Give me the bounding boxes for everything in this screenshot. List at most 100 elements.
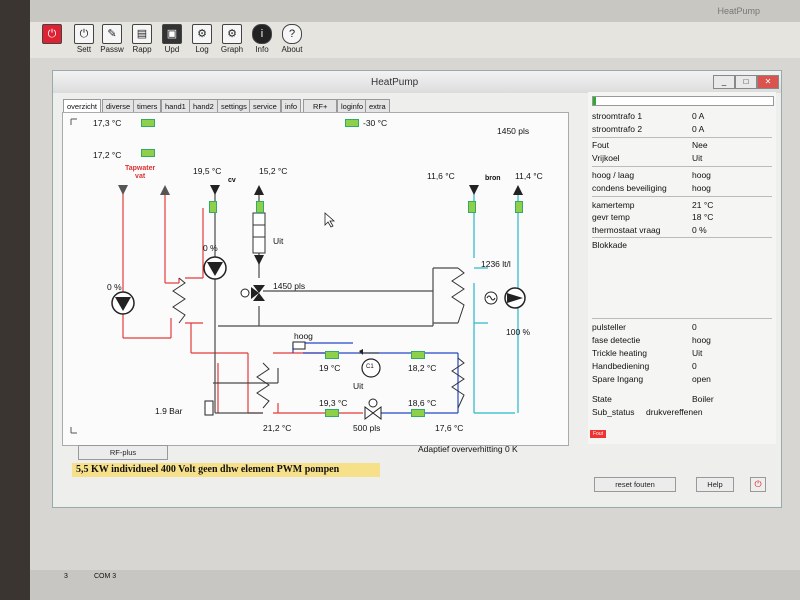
status-value: 0 (692, 361, 697, 371)
status-label: fase detectie (592, 335, 641, 345)
arrow-up-icon (513, 185, 523, 195)
indicator-led (345, 119, 359, 127)
status-value: 21 °C (692, 200, 714, 210)
heat-exchanger-tap (172, 277, 186, 324)
main-toolbar: ⏻ ⏻ Sett ✎ Passw ▤ Rapp ▣ Upd ⚙ Log ⚙ Gr… (30, 22, 800, 59)
floppy-icon: ▣ (162, 24, 182, 44)
status-panel (588, 92, 776, 444)
toolbar-upd-button[interactable]: ▣ Upd (158, 24, 186, 56)
tab-service[interactable]: service (249, 99, 281, 113)
row-divider (592, 318, 772, 319)
pump-cv-pct: 0 % (203, 243, 218, 253)
toolbar-graph-button[interactable]: ⚙ Graph (218, 24, 246, 56)
indicator-led (209, 201, 217, 213)
taskbar (30, 570, 800, 600)
status-value: 0 A (692, 111, 705, 121)
status-value: 0 A (692, 124, 705, 134)
state-label: State (592, 394, 612, 404)
tab-hand2[interactable]: hand2 (189, 99, 218, 113)
cv-label: cv (228, 177, 236, 184)
sub-status-value: drukvereffenen (646, 407, 703, 417)
indicator-led (325, 409, 339, 417)
row-divider (592, 196, 772, 197)
indicator-led (141, 119, 155, 127)
cv-temp-2: 15,2 °C (259, 166, 288, 176)
app-title: HeatPump (717, 6, 760, 16)
tab-settings[interactable]: settings (217, 99, 251, 113)
rf-plus-button[interactable]: RF-plus (78, 445, 168, 460)
tab-timers[interactable]: timers (133, 99, 162, 113)
temp-top-center: -30 °C (363, 118, 388, 128)
maximize-icon[interactable]: □ (735, 75, 757, 89)
status-value: Uit (692, 153, 703, 163)
tab-diverse[interactable]: diverse (102, 99, 135, 113)
arrow-down-icon (118, 185, 128, 195)
temp-mid-left: 17,2 °C (93, 150, 122, 160)
status-label: gevr temp (592, 212, 630, 222)
status-label: hoog / laag (592, 170, 635, 180)
compressor-temp-4: 18,6 °C (408, 398, 437, 408)
indicator-led (141, 149, 155, 157)
status-label: Blokkade (592, 240, 627, 250)
toolbar-rapp-button[interactable]: ▤ Rapp (128, 24, 156, 56)
bron-temp-2: 11,4 °C (515, 171, 543, 181)
status-value: 18 °C (692, 212, 714, 222)
window-title: HeatPump (371, 77, 419, 88)
reset-faults-button[interactable]: reset fouten (594, 477, 676, 492)
compressor-temp-3: 19,3 °C (319, 398, 348, 408)
toolbar-log-button[interactable]: ⚙ Log (188, 24, 216, 56)
tapwater-label: Tapwater vat (125, 165, 156, 180)
indicator-led (468, 201, 476, 213)
toolbar-sett-button[interactable]: ⏻ Sett (70, 24, 98, 56)
status-label: Fout (592, 140, 610, 150)
info-icon: i (252, 24, 272, 44)
tab-hand1[interactable]: hand1 (161, 99, 190, 113)
tab-extra[interactable]: extra (365, 99, 390, 113)
cv-temp-1: 19,5 °C (193, 166, 222, 176)
indicator-led (515, 201, 523, 213)
corner-mark (70, 427, 77, 434)
temp-top-left: 17,3 °C (93, 118, 122, 128)
toolbar-info-button[interactable]: i Info (248, 24, 276, 56)
pump-bron-pct: 100 % (506, 327, 531, 337)
status-value: Uit (692, 348, 703, 358)
tapwater-pipes (122, 193, 363, 414)
power-icon[interactable]: ⏻ (750, 477, 766, 492)
progress-fill (593, 97, 596, 105)
status-label: Trickle heating (592, 348, 647, 358)
status-label: kamertemp (592, 200, 635, 210)
pressure-state: hoog (294, 331, 313, 341)
power-icon: ⏻ (42, 24, 62, 44)
stop-button[interactable]: ⏻ (38, 24, 66, 56)
status-label: stroomtrafo 2 (592, 124, 643, 134)
tab-info[interactable]: info (281, 99, 302, 113)
minimize-icon[interactable]: _ (713, 75, 735, 89)
cv-pipes (213, 188, 458, 414)
pump-cv-icon (203, 256, 227, 280)
com-port: COM 3 (94, 573, 117, 580)
compressor-state: Uit (353, 381, 364, 391)
row-divider (592, 137, 772, 138)
status-label: pulsteller (592, 322, 627, 332)
pump-tap-icon (111, 291, 135, 315)
fault-badge: Fout (590, 430, 606, 438)
pls-top: 1450 pls (497, 126, 530, 136)
toolbar-about-button[interactable]: ? About (278, 24, 306, 56)
gear-icon: ⚙ (192, 24, 212, 44)
adaptief-oververhitting: Adaptief oververhitting 0 K (418, 444, 518, 454)
tab-rfplus[interactable]: RF+ (303, 99, 338, 113)
temp-bottom-right: 17,6 °C (435, 423, 464, 433)
help-button[interactable]: Help (696, 477, 734, 492)
pump-bron-icon (504, 287, 526, 309)
page-indicator: 3 (64, 573, 68, 580)
pressure-sensor-icon (204, 400, 214, 416)
status-value: 0 (692, 322, 697, 332)
heat-exchanger-bron (451, 267, 465, 324)
close-icon[interactable]: ✕ (757, 75, 779, 89)
indicator-led (411, 409, 425, 417)
tab-loginfo[interactable]: loginfo (337, 99, 368, 113)
toolbar-passw-button[interactable]: ✎ Passw (98, 24, 126, 56)
status-label: Vrijkoel (592, 153, 620, 163)
arrow-up-icon (254, 185, 264, 195)
status-bar: 5,5 KW individueel 400 Volt geen dhw ele… (72, 463, 380, 477)
